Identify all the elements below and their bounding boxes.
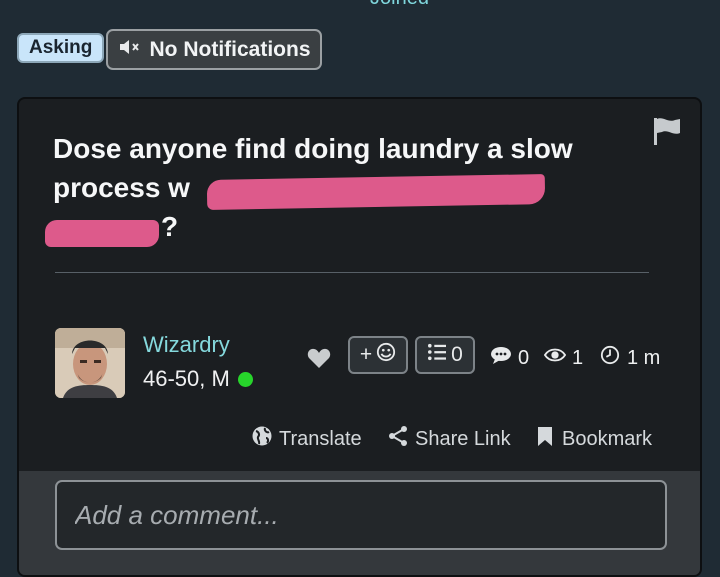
share-icon [387, 425, 409, 453]
eye-icon [543, 345, 567, 371]
add-reaction-plus: + [359, 343, 373, 366]
heart-icon[interactable] [307, 347, 331, 369]
translate-label: Translate [279, 427, 362, 450]
reaction-list-button[interactable]: 0 [415, 336, 475, 374]
author-age-sex: 46-50, M [143, 366, 230, 391]
redaction-mark [45, 220, 159, 247]
notifications-label: No Notifications [149, 37, 311, 61]
redaction-mark [206, 174, 546, 210]
avatar[interactable] [55, 328, 125, 398]
bookmark-icon [534, 425, 556, 453]
clock-icon [599, 345, 621, 371]
comment-count-value: 0 [518, 346, 530, 369]
post-age-value: 1 m [627, 346, 661, 369]
globe-icon [251, 425, 273, 453]
bookmark-button[interactable]: Bookmark [534, 425, 652, 453]
view-count-value: 1 [572, 346, 584, 369]
category-badge[interactable]: Asking [17, 33, 105, 63]
joined-label: Joined [370, 0, 429, 10]
view-count: 1 [543, 345, 584, 371]
smiley-icon [376, 342, 396, 368]
divider [55, 272, 649, 273]
author-name[interactable]: Wizardry [143, 332, 230, 358]
flag-icon[interactable] [651, 115, 683, 147]
share-label: Share Link [415, 427, 511, 450]
share-link-button[interactable]: Share Link [387, 425, 511, 453]
question-text-end: ? [161, 211, 179, 242]
comment-input[interactable] [55, 480, 667, 550]
list-icon [427, 343, 447, 367]
reaction-list-count: 0 [451, 343, 463, 366]
author-meta: 46-50, M [143, 366, 253, 392]
notifications-button[interactable]: No Notifications [106, 29, 322, 70]
translate-button[interactable]: Translate [251, 425, 362, 453]
muted-speaker-icon [118, 37, 142, 63]
add-reaction-button[interactable]: + [348, 336, 408, 374]
comment-bubble-icon [490, 345, 512, 371]
comment-count[interactable]: 0 [490, 345, 529, 371]
post-age: 1 m [599, 345, 660, 371]
bookmark-label: Bookmark [562, 427, 653, 450]
online-status-dot [237, 371, 253, 387]
post-card: Dose anyone find doing laundry a slow pr… [17, 97, 702, 577]
